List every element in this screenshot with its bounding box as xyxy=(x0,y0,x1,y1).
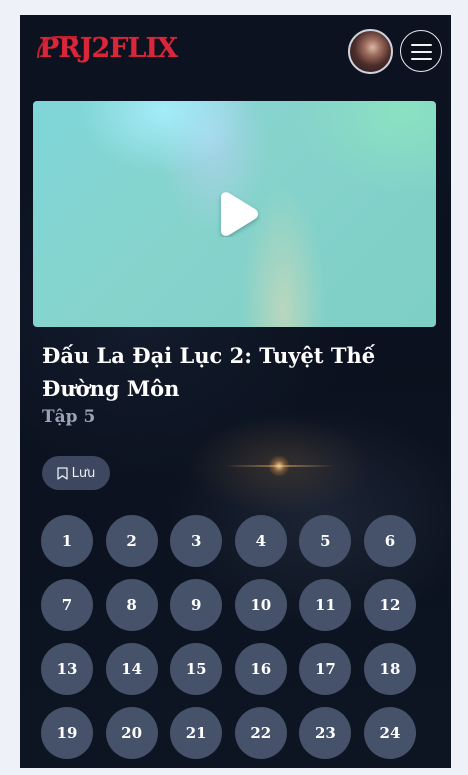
episode-list: 1 2 3 4 5 6 7 8 9 10 11 12 13 14 15 16 17 18 19 20 21 22 23 24 xyxy=(41,515,416,759)
episode-label: Tập 5 xyxy=(42,407,96,427)
episode-button[interactable]: 9 xyxy=(170,579,223,631)
video-player[interactable] xyxy=(33,101,436,327)
episode-button[interactable]: 15 xyxy=(170,643,223,695)
episode-button[interactable]: 4 xyxy=(234,515,287,567)
episode-button[interactable]: 23 xyxy=(299,707,352,759)
header: PRJ2FLIX xyxy=(20,15,451,90)
episode-button[interactable]: 10 xyxy=(234,579,287,631)
episode-button[interactable]: 18 xyxy=(363,643,416,695)
episode-button[interactable]: 12 xyxy=(363,579,416,631)
avatar[interactable] xyxy=(348,29,393,74)
menu-button[interactable] xyxy=(400,30,442,72)
hamburger-icon-line xyxy=(411,58,432,60)
episode-button[interactable]: 16 xyxy=(234,643,287,695)
background-star xyxy=(268,455,290,477)
episode-button[interactable]: 21 xyxy=(170,707,223,759)
episode-button[interactable]: 19 xyxy=(41,707,93,759)
episode-button[interactable]: 24 xyxy=(363,707,416,759)
episode-button[interactable]: 14 xyxy=(105,643,158,695)
episode-button[interactable]: 11 xyxy=(299,579,352,631)
episode-button[interactable]: 20 xyxy=(105,707,158,759)
episode-button[interactable]: 5 xyxy=(299,515,352,567)
hamburger-icon-line xyxy=(411,51,432,53)
episode-button[interactable]: 3 xyxy=(170,515,223,567)
logo[interactable]: PRJ2FLIX xyxy=(37,33,178,64)
episode-button[interactable]: 22 xyxy=(234,707,287,759)
episode-button[interactable]: 1 xyxy=(41,515,93,567)
save-button[interactable]: Lưu xyxy=(42,456,110,490)
episode-button[interactable]: 2 xyxy=(105,515,158,567)
play-icon[interactable] xyxy=(213,191,261,237)
episode-button[interactable]: 6 xyxy=(363,515,416,567)
movie-title: Đấu La Đại Lục 2: Tuyệt Thế Đường Môn xyxy=(42,343,376,401)
episode-button[interactable]: 13 xyxy=(41,643,93,695)
app-container: PRJ2FLIX Đấu La Đại Lục 2: Tuyệt Thế Đườ… xyxy=(20,15,451,768)
episode-button[interactable]: 7 xyxy=(41,579,93,631)
episode-button[interactable]: 17 xyxy=(299,643,352,695)
bookmark-icon xyxy=(56,466,68,480)
hamburger-icon-line xyxy=(411,44,432,46)
episode-button[interactable]: 8 xyxy=(105,579,158,631)
save-label: Lưu xyxy=(71,465,96,481)
